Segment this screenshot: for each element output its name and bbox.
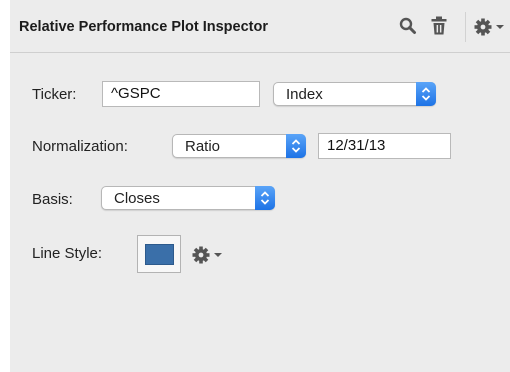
basis-label: Basis:	[32, 191, 73, 208]
ticker-type-stepper[interactable]	[416, 82, 436, 106]
ticker-input[interactable]: ^GSPC	[102, 81, 260, 107]
normalization-date-input[interactable]: 12/31/13	[318, 133, 451, 159]
line-color-fill	[145, 244, 174, 265]
trash-icon[interactable]	[431, 16, 447, 40]
inspector-panel: Relative Performance Plot Inspector Tick…	[10, 0, 510, 372]
ticker-type-value: Index	[286, 86, 323, 103]
normalization-method-value: Ratio	[185, 138, 221, 155]
basis-select[interactable]: Closes	[101, 186, 275, 210]
ticker-type-select[interactable]: Index	[273, 82, 436, 106]
normalization-label: Normalization:	[32, 138, 128, 155]
header-divider	[465, 12, 466, 42]
line-style-gear-icon[interactable]	[192, 246, 226, 269]
ticker-label: Ticker:	[32, 86, 77, 103]
search-icon[interactable]	[399, 17, 417, 40]
line-color-swatch[interactable]	[137, 235, 181, 273]
gear-icon[interactable]	[474, 18, 508, 41]
basis-value: Closes	[114, 190, 160, 207]
line-style-label: Line Style:	[32, 245, 103, 262]
inspector-title: Relative Performance Plot Inspector	[19, 19, 268, 35]
basis-stepper[interactable]	[255, 186, 275, 210]
inspector-header: Relative Performance Plot Inspector	[10, 0, 510, 53]
normalization-method-stepper[interactable]	[286, 134, 306, 158]
normalization-method-select[interactable]: Ratio	[172, 134, 306, 158]
